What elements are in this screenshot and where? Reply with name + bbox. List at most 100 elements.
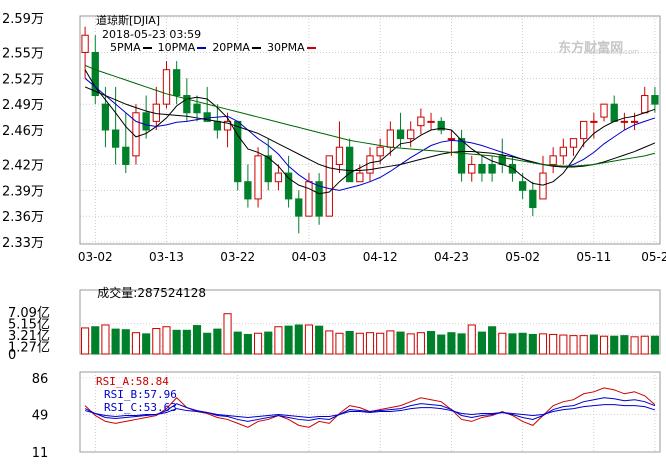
volume-bar — [264, 331, 273, 355]
price-tick-label: 2.59万 — [2, 12, 44, 27]
volume-bar — [610, 335, 619, 355]
volume-bar — [376, 332, 385, 355]
volume-bar — [345, 330, 354, 355]
volume-bar — [508, 333, 517, 355]
candle-body — [559, 146, 567, 157]
volume-bar — [559, 334, 568, 355]
candle-body — [254, 155, 262, 200]
volume-bar — [213, 328, 222, 355]
symbol-label: 道琼斯[DJIA] — [96, 14, 161, 27]
stock-chart: 2.59万 2.55万 2.52万 2.49万 2.46万 2.42万 2.39万 2.36万… — [0, 0, 666, 462]
volume-bar — [274, 326, 283, 355]
volume-bar — [579, 335, 588, 355]
price-tick-label: 2.36万 — [2, 210, 44, 225]
date-tick-label: 04-23 — [434, 250, 469, 264]
date-tick-label: 04-12 — [363, 250, 398, 264]
price-tick-label: 2.39万 — [2, 184, 44, 199]
volume-bar — [162, 326, 171, 355]
candle-body — [213, 120, 222, 131]
volume-value: 287524128 — [137, 286, 207, 300]
volume-tick-label: 0 — [8, 348, 16, 363]
volume-bar — [650, 335, 659, 355]
volume-bar — [457, 333, 466, 355]
watermark-sub-text: eastmoney.com — [583, 48, 640, 56]
volume-header: 成交量:287524128 — [82, 270, 206, 315]
candle-body — [193, 103, 201, 114]
candle-body — [488, 163, 496, 174]
candle-body — [386, 129, 395, 148]
price-tick-label: 2.33万 — [2, 236, 44, 251]
ma-legend-swatch — [306, 47, 316, 49]
volume-bar — [304, 324, 314, 355]
ma-legend-label: 10PMA — [157, 41, 196, 54]
rsi-c-label: RSI_C: — [104, 401, 144, 414]
candle-body — [173, 69, 181, 97]
volume-bar — [192, 325, 202, 355]
candle-body — [325, 155, 333, 217]
price-tick-label: 2.42万 — [2, 158, 44, 173]
candle-body — [396, 129, 405, 140]
candle-body — [641, 95, 649, 114]
volume-bar — [294, 324, 303, 355]
volume-bar — [640, 335, 649, 355]
ma-legend-swatch — [197, 47, 207, 49]
volume-bar — [518, 332, 527, 355]
candle-body — [457, 138, 466, 174]
volume-bar — [447, 332, 456, 355]
candle-body — [122, 146, 130, 165]
date-tick-label: 04-03 — [292, 250, 327, 264]
volume-bar — [101, 324, 110, 355]
volume-bar — [355, 332, 364, 355]
volume-bar — [284, 325, 293, 355]
candle-body — [305, 181, 313, 217]
rsi-a-label: RSI_A: — [96, 375, 136, 388]
volume-bar — [396, 331, 405, 355]
volume-bar — [121, 329, 130, 355]
candle-body — [468, 163, 476, 174]
volume-label: 成交量: — [97, 286, 138, 300]
volume-bar — [549, 333, 558, 355]
candle-body — [539, 172, 547, 200]
candle-body — [529, 189, 537, 209]
volume-bar — [620, 335, 629, 355]
price-tick-label: 2.55万 — [2, 46, 44, 61]
volume-bar — [243, 333, 252, 355]
ma-legend-item: 30PMA — [267, 41, 316, 54]
volume-bar — [528, 333, 537, 355]
volume-panel — [81, 313, 659, 355]
date-tick-label: 05-02 — [505, 250, 540, 264]
volume-bar — [467, 324, 476, 355]
rsi-a-value: 58.84 — [135, 375, 169, 388]
rsi-b-label: RSI_B: — [104, 388, 144, 401]
volume-bar — [477, 331, 486, 355]
date-tick-label: 03-02 — [78, 250, 113, 264]
candle-body — [101, 103, 110, 131]
candle-body — [335, 146, 344, 165]
volume-bar — [599, 335, 609, 355]
volume-bar — [630, 336, 639, 355]
candle-body — [356, 172, 364, 183]
candle-body — [447, 138, 456, 141]
ma-legend-swatch — [251, 47, 261, 49]
volume-bar — [498, 332, 507, 355]
ma-legend: 5PMA 10PMA 20PMA 30PMA — [110, 41, 322, 54]
volume-bar — [325, 330, 334, 355]
volume-bar — [569, 335, 578, 355]
date-tick-label: 03-22 — [220, 250, 255, 264]
volume-bar — [426, 330, 436, 355]
candle-body — [234, 120, 242, 183]
rsi-header: RSI_A:58.84 RSI_B:57.96 RSI_C:53.63 — [82, 362, 177, 427]
price-tick-label: 2.49万 — [2, 98, 44, 113]
candle-body — [376, 146, 384, 157]
ma-legend-item: 20PMA — [212, 41, 261, 54]
rsi-tick-label: 49 — [32, 409, 49, 424]
date-tick-label: 05-2 — [641, 250, 666, 264]
volume-bar — [589, 334, 598, 355]
volume-bar — [233, 331, 242, 355]
watermark-sub: eastmoney.com — [575, 40, 639, 64]
rsi-tick-label: 86 — [32, 372, 49, 387]
candle-body — [162, 69, 171, 105]
volume-bar — [437, 334, 446, 355]
candle-body — [142, 112, 150, 131]
volume-bar — [315, 325, 324, 355]
